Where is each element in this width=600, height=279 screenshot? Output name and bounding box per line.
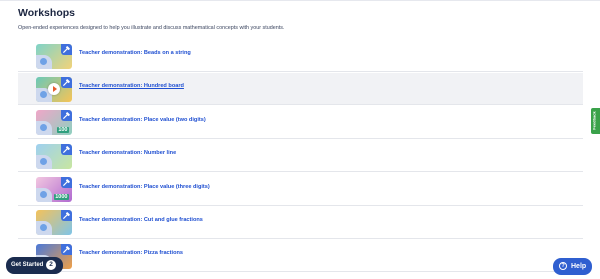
workshop-row[interactable]: Teacher demonstration: Pizza fractions bbox=[18, 240, 583, 273]
help-button[interactable]: ? Help bbox=[553, 258, 592, 275]
thumbnail-number: 100 bbox=[56, 127, 69, 134]
workshop-thumbnail[interactable] bbox=[36, 143, 72, 169]
mascot-icon bbox=[36, 54, 52, 69]
teacher-tool-icon bbox=[61, 43, 72, 55]
workshop-link[interactable]: Teacher demonstration: Place value (thre… bbox=[79, 184, 210, 190]
thumbnail-number: 1000 bbox=[53, 194, 69, 201]
workshop-link[interactable]: Teacher demonstration: Place value (two … bbox=[79, 117, 206, 123]
workshop-row[interactable]: 100 Teacher demonstration: Place value (t… bbox=[18, 107, 583, 139]
workshop-link[interactable]: Teacher demonstration: Number line bbox=[79, 150, 176, 156]
get-started-label: Get Started bbox=[11, 262, 44, 268]
top-divider bbox=[0, 0, 600, 1]
teacher-tool-icon bbox=[61, 177, 72, 189]
teacher-tool-icon bbox=[61, 210, 72, 222]
mascot-icon bbox=[36, 221, 52, 236]
mascot-icon bbox=[36, 188, 52, 203]
feedback-label: Feedback bbox=[591, 111, 597, 130]
workshop-row[interactable]: Teacher demonstration: Hundred board bbox=[18, 73, 583, 106]
workshop-row[interactable]: 1000 Teacher demonstration: Place value (… bbox=[18, 174, 583, 206]
play-icon[interactable] bbox=[48, 82, 60, 95]
workshop-link[interactable]: Teacher demonstration: Hundred board bbox=[79, 83, 184, 89]
page-title: Workshops bbox=[18, 7, 75, 19]
workshop-list: Teacher demonstration: Beads on a string… bbox=[18, 40, 583, 274]
workshop-thumbnail[interactable]: 100 bbox=[36, 110, 72, 136]
question-icon: ? bbox=[559, 262, 567, 270]
workshop-row[interactable]: Teacher demonstration: Number line bbox=[18, 140, 583, 173]
workshop-row[interactable]: Teacher demonstration: Cut and glue frac… bbox=[18, 207, 583, 239]
teacher-tool-icon bbox=[61, 143, 72, 155]
workshop-row[interactable]: Teacher demonstration: Beads on a string bbox=[18, 40, 583, 72]
workshop-thumbnail[interactable] bbox=[36, 210, 72, 236]
workshop-link[interactable]: Teacher demonstration: Beads on a string bbox=[79, 50, 191, 56]
workshop-thumbnail[interactable] bbox=[36, 43, 72, 69]
workshop-thumbnail[interactable] bbox=[36, 76, 72, 102]
workshop-thumbnail[interactable]: 1000 bbox=[36, 177, 72, 203]
workshop-link[interactable]: Teacher demonstration: Cut and glue frac… bbox=[79, 217, 203, 223]
mascot-icon bbox=[36, 121, 52, 136]
get-started-button[interactable]: Get Started 2 bbox=[6, 257, 63, 274]
teacher-tool-icon bbox=[61, 243, 72, 255]
mascot-icon bbox=[36, 154, 52, 169]
page-subtitle: Open-ended experiences designed to help … bbox=[18, 25, 285, 31]
get-started-count-badge: 2 bbox=[46, 260, 56, 270]
teacher-tool-icon bbox=[61, 110, 72, 122]
teacher-tool-icon bbox=[61, 76, 72, 88]
feedback-tab[interactable]: Feedback bbox=[591, 108, 600, 134]
workshop-link[interactable]: Teacher demonstration: Pizza fractions bbox=[79, 250, 183, 256]
help-label: Help bbox=[571, 262, 587, 270]
